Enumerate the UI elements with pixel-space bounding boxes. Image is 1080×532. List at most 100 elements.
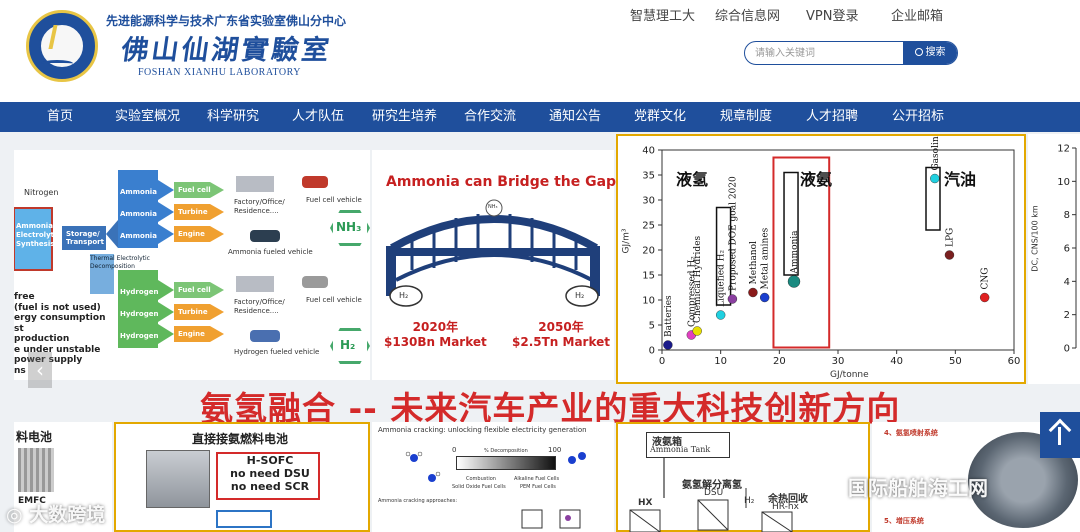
bridge-title: Ammonia can Bridge the Gap xyxy=(386,174,617,190)
scatter-x-tick-label: 0 xyxy=(659,356,665,367)
electrolytic-box-line-1: Ammonia xyxy=(16,222,53,230)
scatter-x-tick-label: 40 xyxy=(890,356,903,367)
scatter-point xyxy=(715,310,726,320)
scatter-point-label: Proposed DOE goal 2020 xyxy=(728,176,738,291)
group-label-liquid-hydrogen: 液氢 xyxy=(676,170,709,189)
fuel-cell-module-image xyxy=(146,450,210,508)
scatter-point-label: Metal amines xyxy=(761,227,771,289)
factory-label-top: Factory/Office/ Residence.... xyxy=(234,198,285,215)
direct-ammonia-title: 直接接氨燃料电池 xyxy=(192,432,289,446)
fuel-cell-vehicle-bottom: Fuel cell vehicle xyxy=(306,296,362,304)
sofc-line-2: no need DSU xyxy=(230,467,310,480)
scatter-point-label: Chemical Hydrides xyxy=(693,235,703,323)
consumption-y-tick-label: 2 xyxy=(1064,310,1070,321)
lower-panel-cracking: Ammonia cracking: unlocking flexible ele… xyxy=(372,422,614,532)
scatter-y-tick-label: 25 xyxy=(642,221,655,232)
h2-hexagon-label: H₂ xyxy=(340,338,356,352)
device-engine-bottom: Engine xyxy=(178,330,205,338)
bridge-right-h2: H₂ xyxy=(575,291,585,300)
left-note-1: free xyxy=(14,292,35,302)
scatter-point xyxy=(759,292,770,303)
ammonia-vehicle-label: Ammonia fueled vehicle xyxy=(228,248,313,256)
energy-density-chart: 0 10 20 30 40 50 60 0 5 10 15 20 25 30 35 40 Batteries Co… xyxy=(616,134,1026,384)
scatter-x-tick-label: 30 xyxy=(832,356,845,367)
search-button[interactable]: 搜索 xyxy=(903,42,957,64)
fuel-cell-stack-image xyxy=(18,448,54,492)
boost-system-title: 5、增压系统 xyxy=(884,517,924,525)
scatter-y-tick-label: 20 xyxy=(642,246,655,257)
fuel-cell-vehicle-top: Fuel cell vehicle xyxy=(306,196,362,204)
nav-item-research[interactable]: 科学研究 xyxy=(207,102,259,132)
search-input[interactable] xyxy=(745,42,905,64)
toplink-smart-campus[interactable]: 智慧理工大 xyxy=(630,5,695,24)
device-fuel-cell-bottom: Fuel cell xyxy=(178,286,211,294)
scatter-y-tick-label: 0 xyxy=(649,346,655,357)
injection-system-title: 4、氨氢喷射系统 xyxy=(884,429,938,437)
hydrogen-row-3: Hydrogen xyxy=(120,332,159,340)
scatter-x-tick-label: 50 xyxy=(949,356,962,367)
nav-item-cooperation[interactable]: 合作交流 xyxy=(464,102,516,132)
scatter-point xyxy=(663,340,673,350)
back-to-top-button[interactable] xyxy=(1040,412,1080,458)
toplink-vpn-login[interactable]: VPN登录 xyxy=(806,5,858,24)
scatter-y-tick-label: 30 xyxy=(642,196,655,207)
consumption-ylabel: DC, CNS/100 km xyxy=(1030,205,1040,272)
sofc-line-1: H-SOFC xyxy=(246,454,294,467)
consumption-chart: 0 2 4 6 8 10 12 DC, CNS/100 km xyxy=(1028,134,1080,384)
search-box: 搜索 xyxy=(744,41,958,65)
sofc-line-3: no need SCR xyxy=(230,480,310,493)
scatter-x-tick-label: 10 xyxy=(714,356,727,367)
org-english-title: FOSHAN XIANHU LABORATORY xyxy=(138,67,301,78)
nav-item-regulations[interactable]: 规章制度 xyxy=(720,102,772,132)
scatter-y-tick-label: 5 xyxy=(649,321,655,332)
consumption-y-tick-label: 8 xyxy=(1064,210,1070,221)
scatter-y-tick-label: 15 xyxy=(642,271,655,282)
ammonia-row-3: Ammonia xyxy=(120,232,157,240)
nav-item-home[interactable]: 首页 xyxy=(47,102,73,132)
left-note-2: (fuel is not used) xyxy=(14,302,101,313)
nav-item-bidding[interactable]: 公开招标 xyxy=(892,102,944,132)
scatter-x-tick-label: 20 xyxy=(773,356,786,367)
scatter-y-tick-label: 35 xyxy=(642,171,655,182)
left-note-4: st xyxy=(14,323,24,334)
ammonia-row-2: Ammonia xyxy=(120,210,157,218)
search-button-label: 搜索 xyxy=(925,47,946,58)
toplink-info-portal[interactable]: 综合信息网 xyxy=(715,5,780,24)
electrolytic-box-line-3: Synthesis xyxy=(16,240,55,248)
scatter-xlabel: GJ/tonne xyxy=(830,370,869,380)
scatter-ylabel: GJ/m³ xyxy=(621,228,632,254)
left-note-3: ergy consumption xyxy=(14,313,106,323)
watermark-left: ◎ 大数跨境 xyxy=(6,504,106,526)
ammonia-row-1: Ammonia xyxy=(120,188,157,196)
scatter-point-label: CNG xyxy=(981,268,991,290)
scatter-point-label: LPG xyxy=(945,228,955,247)
consumption-y-tick-label: 12 xyxy=(1057,144,1070,155)
nav-item-graduate[interactable]: 研究生培养 xyxy=(372,102,437,132)
scatter-point xyxy=(930,173,940,184)
nav-item-talent[interactable]: 人才队伍 xyxy=(292,102,344,132)
bridge-left-h2: H₂ xyxy=(399,291,409,300)
nav-item-notices[interactable]: 通知公告 xyxy=(549,102,601,132)
nav-item-about[interactable]: 实验室概况 xyxy=(115,102,180,132)
scatter-point-label: Ammonia xyxy=(790,230,800,275)
scatter-point-label: Gasoline xyxy=(931,136,941,171)
cell-diagram-box xyxy=(216,510,272,528)
org-calligraphy-title: 佛山仙湖實驗室 xyxy=(119,35,334,66)
nitrogen-label: Nitrogen xyxy=(24,188,59,197)
device-engine-top: Engine xyxy=(178,230,205,238)
scatter-point xyxy=(787,275,801,288)
hydrogen-row-1: Hydrogen xyxy=(120,288,159,296)
market-2020-year: 2020年 xyxy=(412,320,459,334)
toplink-enterprise-mail[interactable]: 企业邮箱 xyxy=(891,5,943,24)
group-label-liquid-ammonia: 液氨 xyxy=(800,170,833,189)
scatter-point xyxy=(692,326,702,336)
slider-prev-button[interactable]: ‹ xyxy=(28,352,52,388)
watermark-right: 国际船舶海工网 xyxy=(820,472,988,501)
consumption-y-tick-label: 6 xyxy=(1064,244,1070,255)
scatter-point-label: Liquefied H₂ xyxy=(717,249,727,307)
hydrogen-row-2: Hydrogen xyxy=(120,310,159,318)
nav-item-party-culture[interactable]: 党群文化 xyxy=(634,102,686,132)
consumption-y-tick-label: 4 xyxy=(1064,277,1070,288)
nav-item-recruitment[interactable]: 人才招聘 xyxy=(806,102,858,132)
lower-panel-direct-ammonia: 直接接氨燃料电池 H-SOFC no need DSU no need SCR xyxy=(114,422,370,532)
